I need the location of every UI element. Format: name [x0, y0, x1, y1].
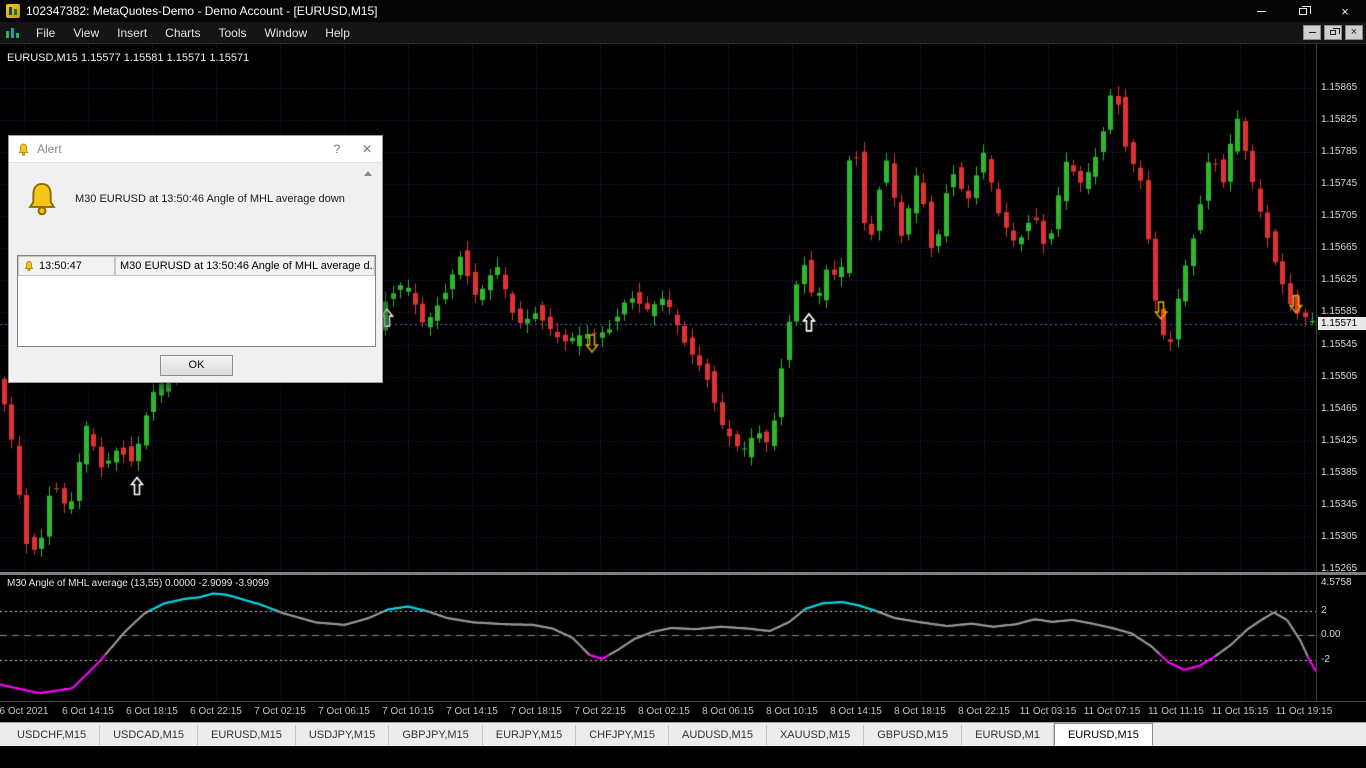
- tab-gbpjpy-m15[interactable]: GBPJPY,M15: [389, 725, 483, 746]
- tab-gbpusd-m15[interactable]: GBPUSD,M15: [864, 725, 963, 746]
- bid-price-box: 1.15571: [1318, 316, 1366, 330]
- price-scale-label: 1.15825: [1321, 114, 1358, 126]
- time-axis-label: 8 Oct 10:15: [766, 706, 818, 717]
- child-restore-button[interactable]: [1324, 25, 1342, 40]
- pane-splitter[interactable]: [0, 572, 1366, 575]
- chart-icon: [6, 28, 19, 38]
- menu-item-insert[interactable]: Insert: [108, 24, 156, 42]
- ok-button[interactable]: OK: [160, 355, 233, 376]
- bell-icon: [24, 261, 34, 272]
- price-scale-label: 1.15305: [1321, 530, 1358, 542]
- time-axis-label: 8 Oct 14:15: [830, 706, 882, 717]
- price-scale-label: 1.15665: [1321, 242, 1358, 254]
- time-axis-label: 8 Oct 06:15: [702, 706, 754, 717]
- alert-dialog: Alert ? ✕ M30 EURUSD at 13:50:46 Angle o…: [8, 135, 383, 383]
- tab-chfjpy-m15[interactable]: CHFJPY,M15: [576, 725, 670, 746]
- time-axis-label: 11 Oct 11:15: [1148, 706, 1204, 717]
- price-scale-label: 1.15465: [1321, 402, 1358, 414]
- tab-usdchf-m15[interactable]: USDCHF,M15: [4, 725, 101, 746]
- menu-item-file[interactable]: File: [27, 24, 64, 42]
- time-axis-label: 11 Oct 15:15: [1211, 706, 1269, 717]
- alert-message: M30 EURUSD at 13:50:46 Angle of MHL aver…: [75, 193, 345, 205]
- app-icon: [6, 4, 20, 18]
- price-scale-label: 1.15545: [1321, 338, 1358, 350]
- tab-eurusd-m1[interactable]: EURUSD,M1: [962, 725, 1054, 746]
- indicator-scale-label: -2: [1321, 653, 1330, 665]
- chart-window: EURUSD,M15 1.15577 1.15581 1.15571 1.155…: [0, 44, 1366, 745]
- alert-dialog-title: Alert: [37, 142, 62, 156]
- time-axis[interactable]: 6 Oct 2021 6 Oct 14:15 6 Oct 18:15 6 Oct 22…: [0, 701, 1366, 722]
- time-axis-label: 7 Oct 22:15: [574, 706, 626, 717]
- price-scale-label: 1.15705: [1321, 210, 1358, 222]
- time-axis-label: 11 Oct 03:15: [1019, 706, 1077, 717]
- time-axis-label: 11 Oct 19:15: [1275, 706, 1333, 717]
- tab-eurusd-m15[interactable]: EURUSD,M15: [1053, 723, 1153, 746]
- price-scale-label: 1.15345: [1321, 498, 1358, 510]
- price-scale-label: 1.15385: [1321, 466, 1358, 478]
- time-axis-label: 7 Oct 10:15: [382, 706, 434, 717]
- child-minimize-button[interactable]: [1303, 25, 1321, 40]
- alert-bell-icon: [28, 183, 56, 216]
- alert-close-button[interactable]: ✕: [352, 136, 382, 163]
- alert-row-text: M30 EURUSD at 13:50:46 Angle of MHL aver…: [115, 256, 375, 276]
- menu-item-charts[interactable]: Charts: [156, 24, 209, 42]
- window-titlebar: 102347382: MetaQuotes-Demo - Demo Accoun…: [0, 0, 1366, 22]
- symbol-tabs-bar: USDCHF,M15 USDCAD,M15 EURUSD,M15 USDJPY,M15…: [0, 722, 1366, 746]
- price-scale[interactable]: 1.15865 1.15825 1.15785 1.15745 1.15705 1.156…: [1316, 44, 1366, 574]
- time-axis-label: 6 Oct 18:15: [126, 706, 178, 717]
- tab-usdcad-m15[interactable]: USDCAD,M15: [100, 725, 198, 746]
- time-axis-label: 8 Oct 22:15: [958, 706, 1010, 717]
- menu-item-view[interactable]: View: [64, 24, 108, 42]
- alert-list[interactable]: 13:50:47 M30 EURUSD at 13:50:46 Angle of…: [17, 255, 376, 347]
- indicator-label: M30 Angle of MHL average (13,55) 0.0000 …: [7, 578, 270, 589]
- bell-icon: [18, 143, 29, 156]
- time-axis-label: 7 Oct 02:15: [254, 706, 306, 717]
- menu-item-window[interactable]: Window: [256, 24, 317, 42]
- menu-bar: File View Insert Charts Tools Window Help ×: [0, 22, 1366, 44]
- time-axis-label: 7 Oct 06:15: [318, 706, 370, 717]
- time-axis-label: 6 Oct 2021: [0, 706, 49, 717]
- tab-usdjpy-m15[interactable]: USDJPY,M15: [295, 725, 390, 746]
- price-scale-label: 1.15745: [1321, 178, 1358, 190]
- alert-row-time: 13:50:47: [39, 260, 82, 272]
- scroll-up-icon[interactable]: [364, 171, 372, 176]
- indicator-scale-label: 4.5758: [1321, 577, 1352, 588]
- time-axis-label: 11 Oct 07:15: [1083, 706, 1141, 717]
- window-title: 102347382: MetaQuotes-Demo - Demo Accoun…: [26, 4, 378, 18]
- alert-dialog-titlebar[interactable]: Alert ? ✕: [9, 136, 382, 163]
- time-axis-label: 6 Oct 14:15: [62, 706, 114, 717]
- time-axis-label: 8 Oct 02:15: [638, 706, 690, 717]
- time-axis-label: 6 Oct 22:15: [190, 706, 242, 717]
- child-close-button[interactable]: ×: [1345, 25, 1363, 40]
- window-minimize-button[interactable]: [1240, 0, 1282, 22]
- tab-audusd-m15[interactable]: AUDUSD,M15: [669, 725, 767, 746]
- time-axis-label: 8 Oct 18:15: [894, 706, 946, 717]
- price-scale-label: 1.15425: [1321, 434, 1358, 446]
- price-scale-label: 1.15625: [1321, 274, 1358, 286]
- window-close-button[interactable]: ×: [1324, 0, 1366, 22]
- time-axis-label: 7 Oct 18:15: [510, 706, 562, 717]
- indicator-scale-label: 0.00: [1321, 629, 1341, 641]
- time-axis-label: 7 Oct 14:15: [446, 706, 498, 717]
- alert-help-button[interactable]: ?: [322, 136, 352, 163]
- tab-eurjpy-m15[interactable]: EURJPY,M15: [482, 725, 577, 746]
- alert-list-row[interactable]: 13:50:47 M30 EURUSD at 13:50:46 Angle of…: [18, 256, 375, 276]
- symbol-ohlc-label: EURUSD,M15 1.15577 1.15581 1.15571 1.155…: [7, 52, 250, 64]
- tab-xauusd-m15[interactable]: XAUUSD,M15: [766, 725, 865, 746]
- price-scale-label: 1.15505: [1321, 370, 1358, 382]
- indicator-scale-label: 2: [1321, 604, 1327, 616]
- price-scale-label: 1.15865: [1321, 82, 1358, 93]
- price-scale-label: 1.15785: [1321, 146, 1358, 158]
- menu-item-help[interactable]: Help: [316, 24, 359, 42]
- tab-eurusd-m15[interactable]: EURUSD,M15: [197, 725, 296, 746]
- menu-item-tools[interactable]: Tools: [210, 24, 256, 42]
- window-restore-button[interactable]: [1282, 0, 1324, 22]
